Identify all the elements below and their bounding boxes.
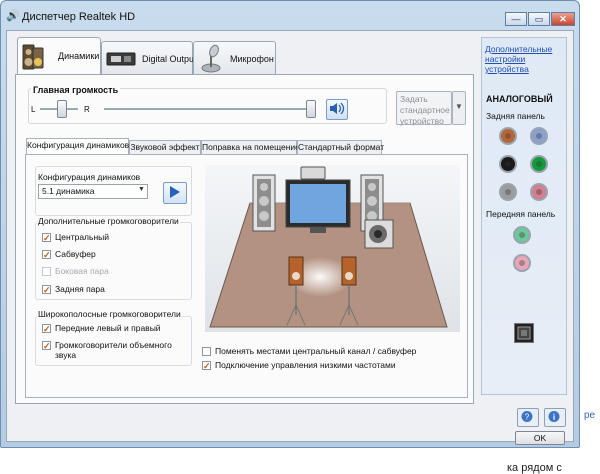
maximize-button[interactable]: ▭: [528, 12, 550, 26]
checkbox-bass-management[interactable]: ✓ Подключение управления низкими частотам…: [202, 360, 396, 372]
tab-default-format[interactable]: Стандартный формат: [297, 140, 384, 155]
subwoofer-speaker[interactable]: [364, 219, 394, 249]
speaker-configuration-select[interactable]: 5.1 динамика: [38, 184, 148, 199]
analog-title: АНАЛОГОВЫЙ: [486, 94, 553, 104]
chevron-down-icon[interactable]: ▼: [452, 91, 466, 125]
play-test-button[interactable]: [163, 182, 187, 204]
balance-slider-thumb[interactable]: [57, 100, 67, 118]
main-volume-title: Главная громкость: [31, 85, 121, 95]
jack-front-1[interactable]: [513, 226, 531, 244]
chevron-down-icon[interactable]: ▼: [138, 186, 145, 193]
checkbox-icon[interactable]: ✓: [42, 285, 51, 295]
fullrange-speakers-title: Широкополосные громкоговорители: [37, 309, 182, 319]
tab-speakers[interactable]: Динамики: [17, 37, 101, 75]
balance-right-label: R: [84, 105, 90, 114]
checkbox-icon[interactable]: ✓: [42, 233, 51, 243]
connector-settings-icon[interactable]: [514, 323, 534, 343]
ok-button[interactable]: OK: [515, 431, 565, 445]
checkbox-swap-center-subwoofer[interactable]: Поменять местами центральный канал / саб…: [202, 346, 416, 358]
optional-speakers-title: Дополнительные громкоговорители: [37, 216, 180, 226]
svg-text:?: ?: [525, 413, 530, 422]
checkbox-icon[interactable]: ✓: [42, 324, 51, 334]
set-default-device-button[interactable]: Задать стандартное устройство: [396, 91, 452, 126]
checkbox-side-pair: Боковая пара: [42, 266, 109, 278]
rear-panel-label: Задняя панель: [486, 111, 545, 121]
info-icon: i: [548, 411, 560, 422]
jack-rear-3[interactable]: [499, 155, 517, 173]
checkbox-rear-pair[interactable]: ✓ Задняя пара: [42, 284, 105, 296]
microphone-icon: [201, 44, 221, 73]
checkbox-center[interactable]: ✓ Центральный: [42, 232, 109, 244]
speaker-volume-icon: [330, 102, 345, 115]
jack-rear-6[interactable]: [530, 183, 548, 201]
digital-output-icon: [106, 52, 136, 66]
front-panel-label: Передняя панель: [486, 209, 556, 219]
jack-rear-4[interactable]: [530, 155, 548, 173]
tab-microphone[interactable]: Микрофон: [193, 41, 276, 74]
background-text-bottom: ка рядом с: [507, 462, 562, 474]
tab-room-correction[interactable]: Поправка на помещение: [201, 140, 300, 155]
tab-digital-output[interactable]: Digital Output: [101, 41, 197, 74]
checkbox-subwoofer[interactable]: ✓ Сабвуфер: [42, 249, 96, 261]
checkbox-front-left-right[interactable]: ✓ Передние левый и правый: [42, 323, 161, 335]
balance-left-label: L: [31, 105, 36, 114]
jack-rear-1[interactable]: [499, 127, 517, 145]
center-speaker[interactable]: [300, 166, 326, 180]
checkbox-icon[interactable]: ✓: [42, 341, 51, 351]
close-button[interactable]: ✕: [551, 12, 575, 26]
checkbox-icon[interactable]: [202, 347, 211, 357]
background-link-fragment[interactable]: ре: [584, 410, 595, 421]
info-button[interactable]: i: [544, 408, 566, 427]
tab-sound-effect[interactable]: Звуковой эффект: [129, 140, 201, 155]
minimize-button[interactable]: —: [505, 12, 527, 26]
checkbox-surround-speakers[interactable]: ✓ Громкоговорители объемного звука: [42, 340, 187, 360]
jack-rear-5[interactable]: [499, 183, 517, 201]
tab-speaker-configuration[interactable]: Конфигурация динамиков: [26, 138, 129, 155]
front-left-speaker[interactable]: [252, 174, 276, 232]
volume-slider-thumb[interactable]: [306, 100, 316, 118]
help-icon: ?: [521, 411, 533, 422]
checkbox-icon[interactable]: ✓: [42, 250, 51, 260]
tab-microphone-label: Микрофон: [230, 54, 274, 64]
checkbox-icon[interactable]: ✓: [202, 361, 211, 371]
speaker-room-diagram[interactable]: [205, 165, 460, 332]
mute-button[interactable]: [326, 99, 348, 120]
jack-rear-2[interactable]: [530, 127, 548, 145]
tab-speakers-label: Динамики: [58, 51, 100, 61]
play-icon: [170, 186, 180, 198]
speaker-app-icon: 🔊: [6, 10, 20, 22]
volume-slider-track[interactable]: [104, 108, 314, 110]
tab-digital-output-label: Digital Output: [142, 54, 197, 64]
checkbox-icon: [42, 267, 51, 277]
window-title: Диспетчер Realtek HD: [22, 11, 136, 23]
help-button[interactable]: ?: [517, 408, 539, 427]
advanced-settings-link[interactable]: Дополнительные настройки устройства: [485, 44, 565, 74]
jack-front-2[interactable]: [513, 254, 531, 272]
speaker-configuration-label: Конфигурация динамиков: [38, 172, 141, 182]
speakers-icon: [22, 44, 44, 70]
